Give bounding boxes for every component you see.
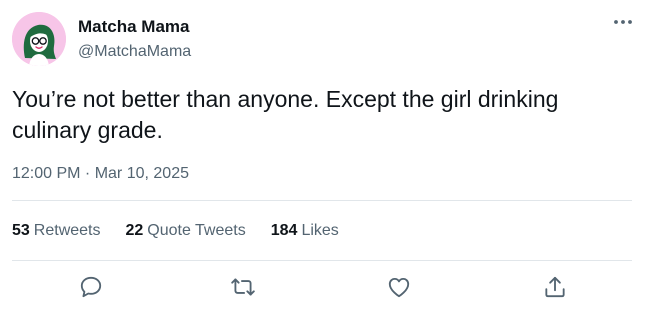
stat-count: 53 <box>12 222 30 239</box>
divider <box>12 200 632 201</box>
quote-tweets-count[interactable]: 22 Quote Tweets <box>126 222 246 240</box>
engagement-stats: 53 Retweets 22 Quote Tweets 184 Likes <box>12 222 339 240</box>
tweet-timestamp[interactable]: 12:00 PM · Mar 10, 2025 <box>12 165 189 183</box>
illustrated-woman-avatar-icon <box>12 12 66 66</box>
stat-count: 184 <box>270 222 298 239</box>
likes-count[interactable]: 184 Likes <box>271 222 339 240</box>
stat-label: Quote Tweets <box>147 222 246 239</box>
tweet-text: You’re not better than anyone. Except th… <box>12 86 559 143</box>
more-options-icon[interactable] <box>611 12 635 32</box>
stat-label: Likes <box>301 222 339 239</box>
stat-label: Retweets <box>33 222 101 239</box>
share-icon[interactable] <box>542 274 568 300</box>
author-handle[interactable]: @MatchaMama <box>78 43 191 61</box>
divider <box>12 260 632 261</box>
retweet-icon[interactable] <box>230 274 256 300</box>
avatar[interactable] <box>12 12 66 66</box>
author-display-name[interactable]: Matcha Mama <box>78 17 189 37</box>
reply-icon[interactable] <box>78 274 104 300</box>
stat-count: 22 <box>125 222 144 239</box>
retweets-count[interactable]: 53 Retweets <box>12 222 101 240</box>
like-icon[interactable] <box>386 274 412 300</box>
